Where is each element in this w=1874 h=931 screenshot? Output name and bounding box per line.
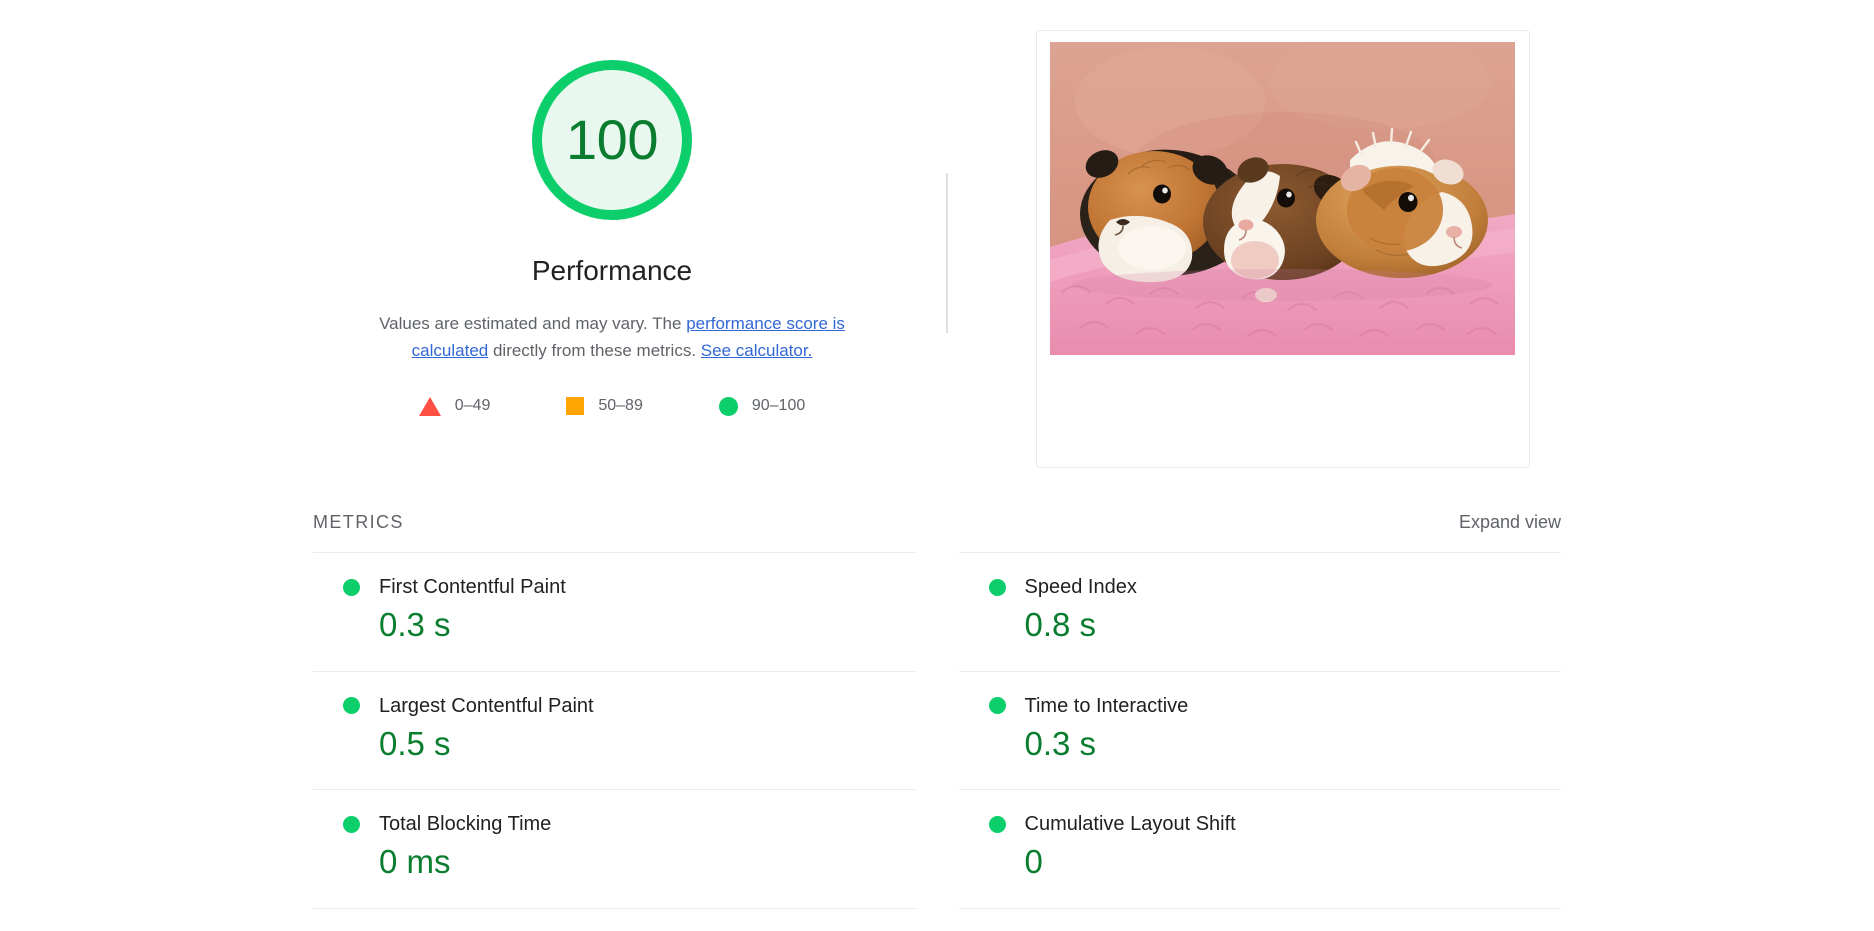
- final-screenshot-image: [1050, 42, 1515, 355]
- legend-item-fail: 0–49: [418, 396, 491, 416]
- metric-value: 0: [1024, 843, 1043, 881]
- metric-item[interactable]: First Contentful Paint 0.3 s: [313, 552, 916, 671]
- metrics-grid: First Contentful Paint 0.3 s Largest Con…: [313, 552, 1561, 909]
- metric-status-circle-icon: [988, 815, 1006, 833]
- metric-header: Speed Index: [988, 575, 1562, 599]
- gauge-description: Values are estimated and may vary. The p…: [337, 310, 887, 365]
- description-middle: directly from these metrics.: [488, 341, 701, 361]
- metrics-header: METRICS Expand view: [313, 500, 1561, 552]
- legend-label-average: 50–89: [598, 397, 643, 415]
- score-legend: 0–49 50–89 90–100: [313, 396, 911, 416]
- metric-item[interactable]: Largest Contentful Paint 0.5 s: [313, 670, 916, 790]
- metric-header: Cumulative Layout Shift: [988, 812, 1562, 836]
- score-summary-section: 100 Performance Values are estimated and…: [0, 0, 1874, 500]
- metric-status-circle-icon: [343, 578, 360, 596]
- metrics-section-title: METRICS: [313, 512, 404, 532]
- legend-label-pass: 90–100: [751, 397, 806, 415]
- square-icon: [566, 397, 585, 416]
- metric-value: 0.5 s: [379, 724, 451, 762]
- metrics-column-left: First Contentful Paint 0.3 s Largest Con…: [313, 552, 916, 909]
- expand-view-button[interactable]: Expand view: [1459, 512, 1561, 533]
- section-divider: [946, 173, 948, 333]
- metric-value: 0.8 s: [1024, 606, 1097, 643]
- gauge-score-value: 100: [566, 108, 658, 171]
- see-calculator-link[interactable]: See calculator.: [701, 341, 813, 360]
- legend-label-fail: 0–49: [454, 397, 491, 415]
- metric-value: 0 ms: [379, 843, 451, 881]
- performance-gauge-column: 100 Performance Values are estimated and…: [313, 60, 911, 416]
- metric-value: 0.3 s: [1024, 724, 1097, 762]
- guinea-pigs-illustration: [1050, 42, 1515, 355]
- metric-label: First Contentful Paint: [379, 576, 566, 598]
- triangle-icon: [418, 396, 441, 416]
- metric-label: Total Blocking Time: [379, 813, 552, 836]
- gauge-wrapper: 100: [313, 60, 911, 220]
- metrics-column-right: Speed Index 0.8 s Time to Interactive 0.…: [958, 552, 1562, 909]
- metric-label: Largest Contentful Paint: [379, 694, 594, 717]
- performance-score-gauge[interactable]: 100: [532, 60, 692, 220]
- legend-item-average: 50–89: [566, 397, 643, 416]
- metric-status-circle-icon: [343, 815, 360, 833]
- circle-icon: [718, 396, 738, 416]
- metric-status-circle-icon: [988, 578, 1006, 596]
- metric-item[interactable]: Total Blocking Time 0 ms: [313, 789, 916, 909]
- description-prefix: Values are estimated and may vary. The: [379, 313, 687, 333]
- metric-label: Speed Index: [1024, 576, 1137, 598]
- metric-header: Time to Interactive: [988, 694, 1562, 718]
- lighthouse-report-page: 100 Performance Values are estimated and…: [0, 0, 1874, 931]
- metric-header: Total Blocking Time: [343, 812, 916, 836]
- metric-header: First Contentful Paint: [343, 575, 916, 599]
- legend-item-pass: 90–100: [718, 396, 806, 416]
- metric-status-circle-icon: [988, 697, 1006, 715]
- metric-label: Cumulative Layout Shift: [1024, 813, 1236, 836]
- metric-header: Largest Contentful Paint: [343, 694, 916, 718]
- metric-label: Time to Interactive: [1024, 694, 1189, 717]
- metric-item[interactable]: Speed Index 0.8 s: [958, 552, 1562, 671]
- metric-value: 0.3 s: [379, 606, 451, 643]
- final-screenshot-card[interactable]: [1036, 30, 1530, 468]
- category-title: Performance: [531, 255, 693, 286]
- metric-status-circle-icon: [343, 697, 360, 715]
- metric-item[interactable]: Cumulative Layout Shift 0: [958, 789, 1562, 909]
- metric-item[interactable]: Time to Interactive 0.3 s: [958, 670, 1562, 790]
- metrics-section: METRICS Expand view First Contentful Pai…: [0, 500, 1874, 909]
